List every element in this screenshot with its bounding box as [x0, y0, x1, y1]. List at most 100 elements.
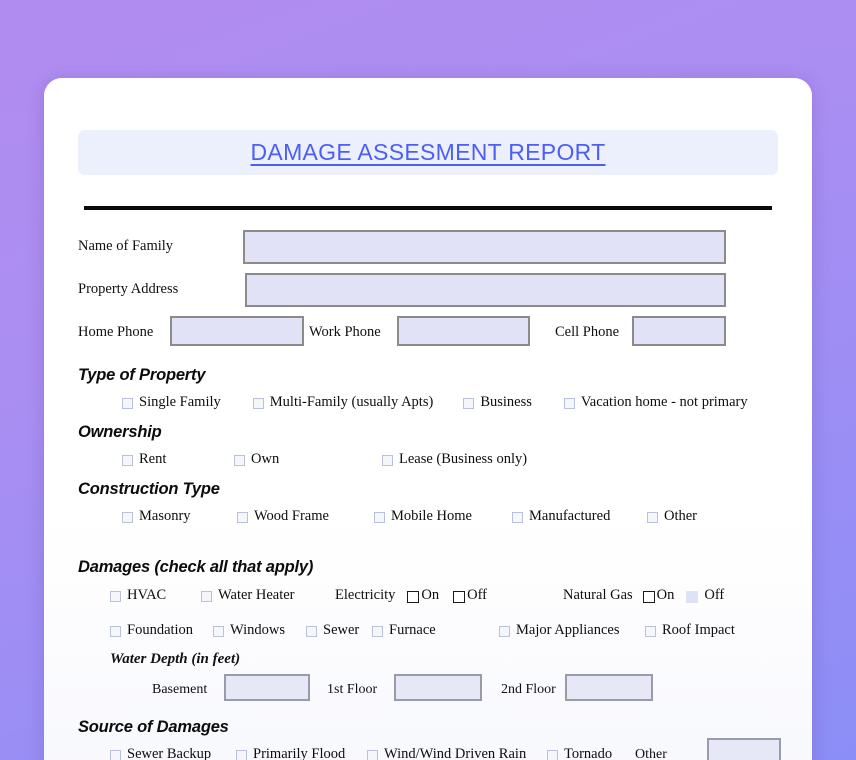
natural-gas-label: Natural Gas	[563, 587, 633, 604]
checkbox-icon[interactable]	[374, 512, 385, 523]
checkbox-vacation-home[interactable]: Vacation home - not primary	[564, 394, 748, 411]
option-label: Own	[251, 451, 279, 468]
option-label: Roof Impact	[662, 622, 735, 639]
option-label: Single Family	[139, 394, 221, 411]
checkbox-electricity-on[interactable]: On	[407, 587, 439, 604]
basement-depth-input[interactable]	[224, 674, 310, 701]
cell-phone-input[interactable]	[632, 316, 726, 346]
option-label: On	[421, 587, 439, 604]
checkbox-single-family[interactable]: Single Family	[122, 394, 221, 411]
type-of-property-options: Single Family Multi-Family (usually Apts…	[122, 394, 748, 411]
option-label: Vacation home - not primary	[581, 394, 748, 411]
option-label: Lease (Business only)	[399, 451, 527, 468]
checkbox-other-construction[interactable]: Other	[647, 508, 697, 525]
basement-label: Basement	[152, 682, 207, 698]
checkbox-roof-impact[interactable]: Roof Impact	[645, 622, 735, 639]
home-phone-label: Home Phone	[78, 324, 153, 341]
checkbox-icon[interactable]	[686, 591, 698, 603]
first-floor-label: 1st Floor	[327, 682, 377, 698]
checkbox-own[interactable]: Own	[234, 451, 382, 468]
checkbox-icon[interactable]	[367, 750, 378, 760]
source-of-damages-heading: Source of Damages	[78, 718, 229, 737]
checkbox-icon[interactable]	[234, 455, 245, 466]
checkbox-water-heater[interactable]: Water Heater	[201, 587, 335, 604]
checkbox-icon[interactable]	[453, 591, 465, 603]
source-other-input[interactable]	[707, 738, 781, 760]
option-label: Water Heater	[218, 587, 295, 604]
checkbox-icon[interactable]	[382, 455, 393, 466]
checkbox-icon[interactable]	[237, 512, 248, 523]
checkbox-icon[interactable]	[110, 626, 121, 637]
source-of-damages-options: Sewer Backup Primarily Flood Wind/Wind D…	[110, 746, 667, 760]
checkbox-icon[interactable]	[643, 591, 655, 603]
checkbox-hvac[interactable]: HVAC	[110, 587, 201, 604]
checkbox-icon[interactable]	[110, 591, 121, 602]
checkbox-icon[interactable]	[213, 626, 224, 637]
checkbox-rent[interactable]: Rent	[122, 451, 234, 468]
checkbox-icon[interactable]	[463, 398, 474, 409]
checkbox-primarily-flood[interactable]: Primarily Flood	[236, 746, 367, 760]
checkbox-icon[interactable]	[201, 591, 212, 602]
checkbox-icon[interactable]	[306, 626, 317, 637]
damages-row-1: HVAC Water Heater Electricity On Off Nat…	[110, 587, 724, 604]
checkbox-icon[interactable]	[236, 750, 247, 760]
option-label: Wood Frame	[254, 508, 329, 525]
document-card: DAMAGE ASSESMENT REPORT Name of Family P…	[44, 78, 812, 760]
work-phone-input[interactable]	[397, 316, 530, 346]
checkbox-icon[interactable]	[512, 512, 523, 523]
checkbox-sewer-backup[interactable]: Sewer Backup	[110, 746, 236, 760]
home-phone-input[interactable]	[170, 316, 304, 346]
checkbox-icon[interactable]	[547, 750, 558, 760]
checkbox-wind-driven-rain[interactable]: Wind/Wind Driven Rain	[367, 746, 547, 760]
checkbox-icon[interactable]	[647, 512, 658, 523]
checkbox-windows[interactable]: Windows	[213, 622, 306, 639]
checkbox-mobile-home[interactable]: Mobile Home	[374, 508, 512, 525]
option-label: Primarily Flood	[253, 746, 345, 760]
checkbox-major-appliances[interactable]: Major Appliances	[499, 622, 645, 639]
checkbox-lease[interactable]: Lease (Business only)	[382, 451, 527, 468]
option-label: Business	[480, 394, 532, 411]
checkbox-icon[interactable]	[122, 455, 133, 466]
checkbox-foundation[interactable]: Foundation	[110, 622, 213, 639]
checkbox-electricity-off[interactable]: Off	[453, 587, 487, 604]
checkbox-icon[interactable]	[407, 591, 419, 603]
source-other-label: Other	[635, 747, 667, 760]
first-floor-label-wrap: 1st Floor	[327, 682, 377, 698]
water-depth-heading: Water Depth (in feet)	[110, 651, 240, 668]
checkbox-furnace[interactable]: Furnace	[372, 622, 499, 639]
second-floor-depth-input[interactable]	[565, 674, 653, 701]
property-address-input[interactable]	[245, 273, 726, 307]
option-label: Manufactured	[529, 508, 610, 525]
checkbox-icon[interactable]	[122, 512, 133, 523]
checkbox-natural-gas-on[interactable]: On	[643, 587, 675, 604]
work-phone-label-wrap: Work Phone	[309, 324, 381, 341]
checkbox-icon[interactable]	[499, 626, 510, 637]
checkbox-manufactured[interactable]: Manufactured	[512, 508, 647, 525]
ownership-heading: Ownership	[78, 423, 161, 442]
checkbox-icon[interactable]	[122, 398, 133, 409]
property-address-row: Property Address	[78, 281, 243, 298]
option-label: Other	[664, 508, 697, 525]
checkbox-business[interactable]: Business	[463, 394, 532, 411]
checkbox-masonry[interactable]: Masonry	[122, 508, 237, 525]
checkbox-natural-gas-off[interactable]: Off	[686, 587, 724, 604]
damages-row-2: Foundation Windows Sewer Furnace Major A…	[110, 622, 735, 639]
type-of-property-heading: Type of Property	[78, 366, 205, 385]
checkbox-icon[interactable]	[253, 398, 264, 409]
checkbox-multi-family[interactable]: Multi-Family (usually Apts)	[253, 394, 434, 411]
option-label: Mobile Home	[391, 508, 472, 525]
electricity-label: Electricity	[335, 587, 395, 604]
first-floor-depth-input[interactable]	[394, 674, 482, 701]
checkbox-icon[interactable]	[564, 398, 575, 409]
checkbox-wood-frame[interactable]: Wood Frame	[237, 508, 374, 525]
construction-type-heading: Construction Type	[78, 480, 220, 499]
checkbox-icon[interactable]	[110, 750, 121, 760]
checkbox-sewer[interactable]: Sewer	[306, 622, 372, 639]
checkbox-icon[interactable]	[372, 626, 383, 637]
name-of-family-row: Name of Family	[78, 238, 243, 255]
name-of-family-input[interactable]	[243, 230, 726, 264]
cell-phone-label-wrap: Cell Phone	[555, 324, 619, 341]
title-divider	[84, 206, 772, 210]
checkbox-icon[interactable]	[645, 626, 656, 637]
checkbox-tornado[interactable]: Tornado	[547, 746, 635, 760]
